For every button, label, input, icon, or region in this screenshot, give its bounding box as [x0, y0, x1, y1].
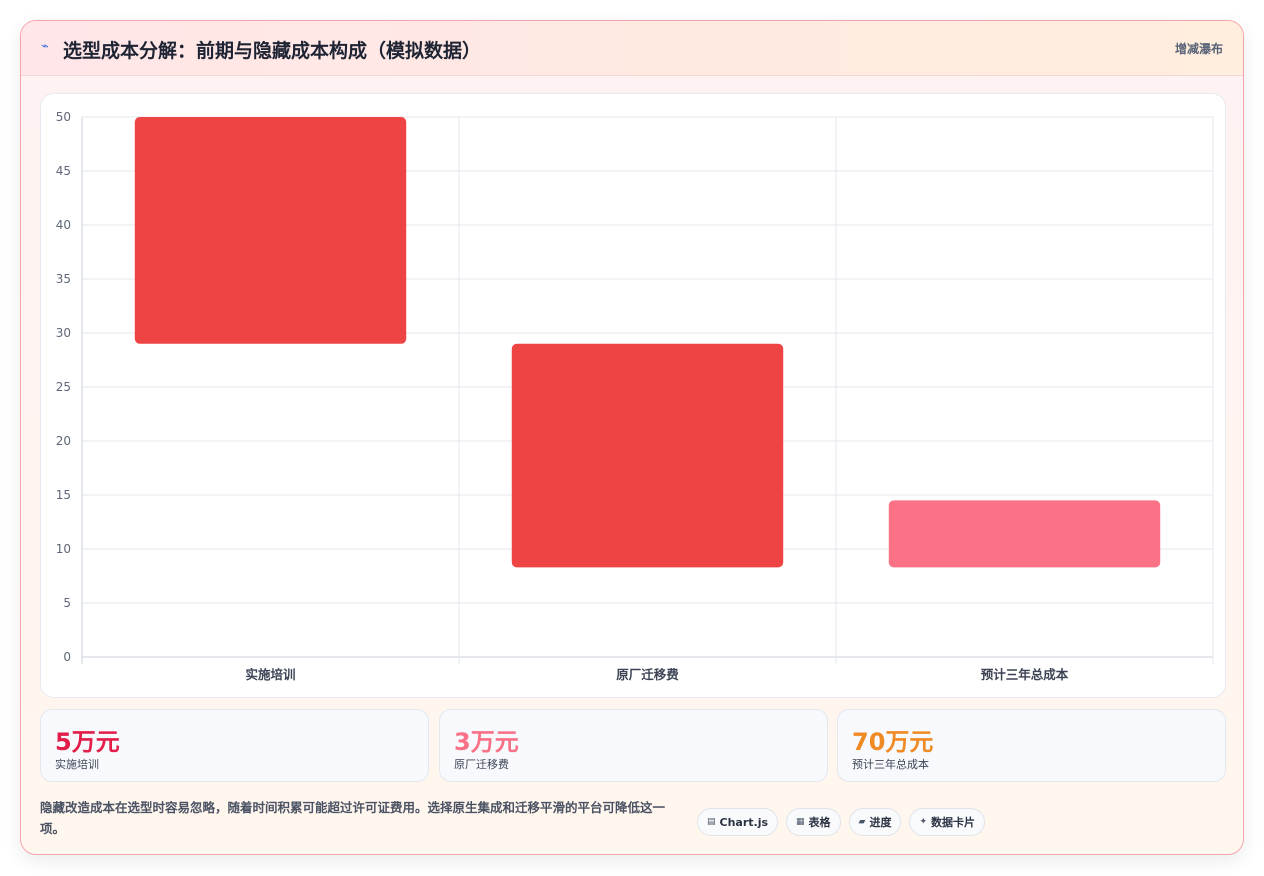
page-title: 选型成本分解：前期与隐藏成本构成（模拟数据） [63, 40, 482, 62]
stat-label: 实施培训 [55, 758, 99, 771]
y-tick-label: 45 [56, 164, 71, 178]
x-tick-label: 预计三年总成本 [981, 667, 1069, 682]
table-icon: ▦ [796, 817, 805, 827]
stat-label: 原厂迁移费 [454, 758, 509, 771]
y-tick-label: 30 [56, 326, 71, 340]
bar-2 [511, 343, 784, 568]
bar-3 [888, 500, 1161, 568]
sparkle-icon: ✦ [919, 817, 928, 827]
stat-card-implementation: 5万元 实施培训 [40, 709, 429, 782]
chart-icon: ▤ [707, 817, 716, 827]
stat-label: 预计三年总成本 [852, 758, 929, 771]
footnote: 隐藏改造成本在选型时容易忽略，随着时间积累可能超过许可证费用。选择原生集成和迁移… [40, 800, 666, 836]
stat-value: 70万元 [852, 728, 934, 756]
x-tick-label: 实施培训 [245, 667, 295, 682]
y-tick-label: 25 [56, 380, 71, 394]
pill-label: 表格 [808, 816, 831, 829]
stat-value: 3万元 [454, 728, 519, 756]
pill-progress[interactable]: ▰ 进度 [848, 808, 902, 836]
pill-table[interactable]: ▦ 表格 [786, 808, 841, 836]
pill-chartjs[interactable]: ▤ Chart.js [697, 808, 779, 836]
bar-1 [134, 117, 407, 344]
y-tick-label: 40 [56, 218, 71, 232]
stat-value: 5万元 [55, 728, 120, 756]
pill-label: Chart.js [719, 815, 769, 829]
chart-panel: 0 5 10 15 20 25 30 35 40 45 50 实施培训 原厂迁移费 预计三年总成本 [40, 93, 1226, 698]
chart-card: ⌁ 选型成本分解：前期与隐藏成本构成（模拟数据） 增减瀑布 0 5 10 15 20 25… [20, 20, 1244, 855]
lightning-icon: ⌁ [41, 39, 49, 54]
waterfall-toggle-button[interactable]: 增减瀑布 [1175, 40, 1223, 57]
waterfall-chart: 0 5 10 15 20 25 30 35 40 45 50 实施培训 原厂迁移费 预计三年总成本 [56, 110, 1214, 682]
stat-card-total: 70万元 预计三年总成本 [837, 709, 1226, 782]
y-tick-label: 5 [63, 596, 71, 610]
x-tick-label: 原厂迁移费 [616, 667, 679, 682]
progress-icon: ▰ [858, 817, 866, 827]
y-tick-label: 35 [56, 272, 71, 286]
y-tick-label: 15 [56, 488, 71, 502]
y-tick-label: 50 [56, 110, 71, 124]
y-tick-label: 20 [56, 434, 71, 448]
y-tick-label: 0 [63, 650, 71, 664]
card-header: ⌁ 选型成本分解：前期与隐藏成本构成（模拟数据） 增减瀑布 [21, 21, 1243, 76]
y-tick-label: 10 [56, 542, 71, 556]
stat-card-migration: 3万元 原厂迁移费 [439, 709, 828, 782]
pill-label: 数据卡片 [931, 816, 976, 829]
pill-label: 进度 [869, 816, 892, 829]
pill-data-cards[interactable]: ✦ 数据卡片 [909, 808, 986, 836]
feature-pills: ▤ Chart.js ▦ 表格 ▰ 进度 ✦ 数据卡片 [697, 808, 986, 836]
